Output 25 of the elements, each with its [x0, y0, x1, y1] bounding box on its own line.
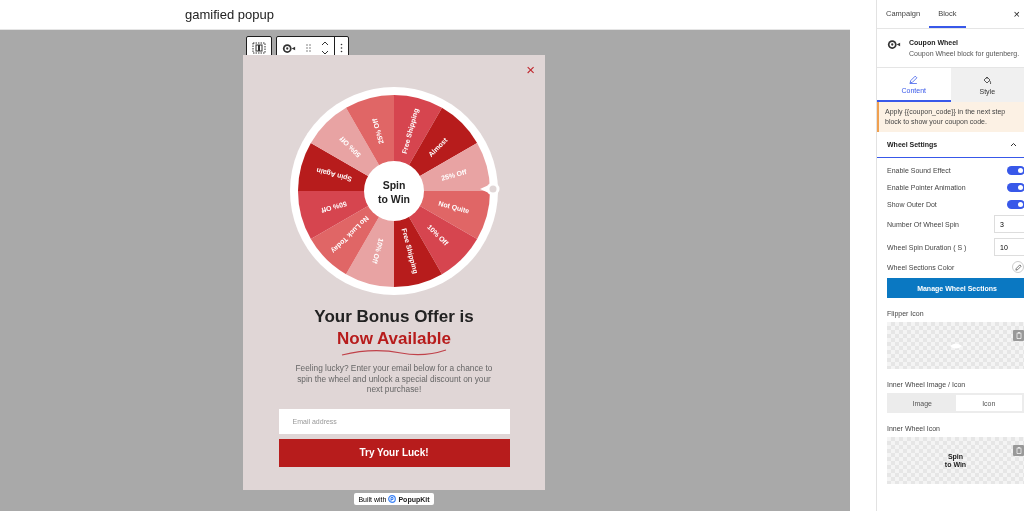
pencil-icon: [909, 74, 919, 84]
drag-handle-icon[interactable]: [306, 44, 311, 52]
move-arrows-icon[interactable]: [321, 41, 329, 55]
logo-icon: [388, 495, 397, 503]
block-icon: [252, 42, 266, 54]
wheel-icon: [282, 42, 296, 54]
toggle-switch[interactable]: [1007, 199, 1024, 209]
trash-icon: [1015, 332, 1022, 339]
wheel-pointer: [480, 182, 500, 196]
close-button[interactable]: ×: [526, 62, 535, 77]
pencil-icon: [1014, 263, 1022, 271]
paint-bucket-icon: [982, 75, 993, 85]
popup-highlight: Now Available: [337, 329, 451, 349]
more-options-icon[interactable]: [340, 43, 343, 53]
close-button[interactable]: ×: [1013, 8, 1020, 20]
wheel-icon: [887, 39, 901, 50]
page-title: gamified popup: [185, 7, 274, 22]
try-luck-button[interactable]: Try Your Luck!: [278, 438, 510, 467]
popup-heading: Your Bonus Offer is: [314, 307, 474, 327]
hub-label: Spin to Win: [378, 179, 410, 205]
trash-icon: [1015, 447, 1022, 454]
toggle-switch[interactable]: [1007, 182, 1024, 192]
toggle-switch[interactable]: [1007, 165, 1024, 175]
popup-description: Feeling lucky? Enter your email below for a chance to spin the wheel and unlock a special discount on your next purchase!: [294, 363, 494, 395]
edit-button[interactable]: [1012, 261, 1024, 273]
